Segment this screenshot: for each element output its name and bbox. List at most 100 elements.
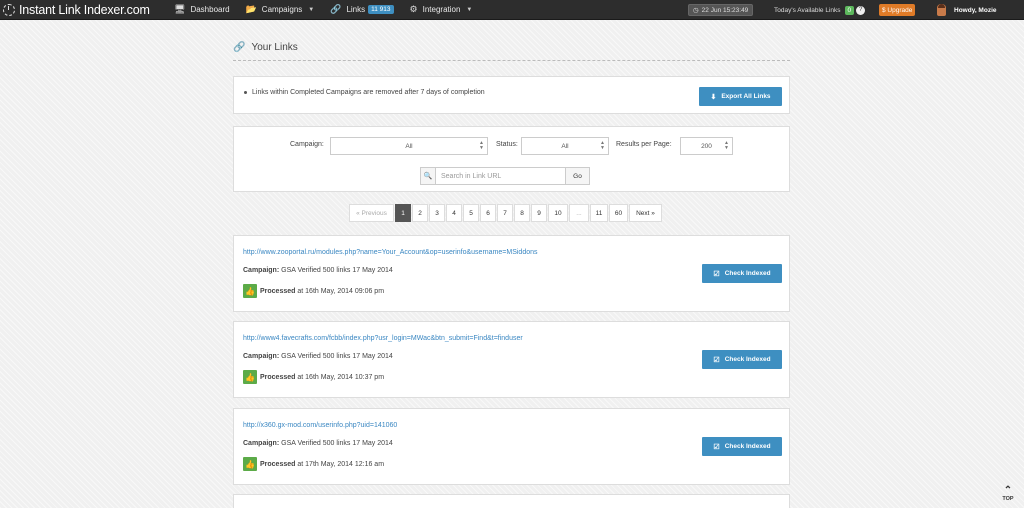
page-8[interactable]: 8 [514,204,530,222]
notice-panel: Links within Completed Campaigns are rem… [233,76,790,114]
rpp-value: 200 [701,142,712,150]
page-ellipsis: ... [569,204,589,222]
search-input[interactable]: Search in Link URL [441,173,501,180]
help-icon[interactable]: ? [856,5,866,15]
check-indexed-button[interactable]: ☑ Check Indexed [702,437,782,456]
title-divider [233,60,790,61]
search-icon: 🔍 [421,168,436,184]
page-2[interactable]: 2 [412,204,428,222]
link-url[interactable]: http://www4.favecrafts.com/fcbb/index.ph… [243,335,523,342]
thumbs-up-icon: 👍 [243,284,257,298]
available-count-badge: 0 [844,5,855,15]
processed-time: at 17th May, 2014 12:16 am [297,460,385,468]
page-prev[interactable]: « Previous [349,204,394,222]
status-text: Processed [260,287,296,295]
select-arrows-icon: ▲ ▼ [600,140,605,151]
check-indexed-button[interactable]: ☑ Check Indexed [702,350,782,369]
link-search: 🔍 Search in Link URL [420,167,566,185]
processed-time: at 16th May, 2014 10:37 pm [297,373,385,381]
link-card: http://www.zooportal.ru/modules.php?name… [233,235,790,312]
rpp-label: Results per Page: [616,141,672,148]
page-10[interactable]: 10 [548,204,568,222]
campaign-filter-label: Campaign: [290,141,324,148]
status-select-value: All [561,142,569,150]
page-11[interactable]: 11 [590,204,608,222]
links-count-badge: 11 913 [368,5,394,14]
campaign-value: GSA Verified 500 links 17 May 2014 [281,353,393,360]
nav-integration-label: Integration [422,5,461,14]
link-url[interactable]: http://www.zooportal.ru/modules.php?name… [243,249,538,256]
link-campaign: Campaign: GSA Verified 500 links 17 May … [243,440,393,447]
pagination: « Previous 1 2 3 4 5 6 7 8 9 10 ... 11 6… [349,204,663,222]
link-campaign: Campaign: GSA Verified 500 links 17 May … [243,267,393,274]
page-5[interactable]: 5 [463,204,479,222]
download-icon: ⬇ [710,93,717,101]
avatar [937,4,946,16]
nav-dashboard[interactable]: 🖥 Dashboard [166,0,238,20]
page-next[interactable]: Next » [629,204,662,222]
page-1[interactable]: 1 [395,204,411,222]
brand[interactable]: Instant Link Indexer.com [3,3,166,17]
link-icon: 🔗 [233,42,246,53]
gears-icon: ⚙ [409,4,418,14]
link-card: http://x360.gx-mod.com/userinfo.php?uid=… [233,408,790,485]
campaign-select[interactable]: All ▲ ▼ [330,137,488,155]
nav-links-label: Links [346,5,366,14]
user-greeting: Howdy, Mozie [954,6,997,14]
campaign-key: Campaign: [243,267,280,274]
clock-icon: ◷ [693,7,699,14]
link-campaign: Campaign: GSA Verified 500 links 17 May … [243,353,393,360]
go-button[interactable]: Go [565,167,590,185]
brand-name: Instant Link Indexer.com [19,2,150,17]
status-select[interactable]: All ▲ ▼ [521,137,609,155]
select-arrows-icon: ▲ ▼ [479,140,484,151]
user-menu[interactable]: Howdy, Mozie [937,0,997,20]
caret-down-icon: ▼ [466,6,473,13]
link-status: 👍 Processed at 16th May, 2014 09:06 pm [243,284,384,298]
export-label: Export All Links [721,93,771,100]
folder-icon: 📂 [245,4,257,14]
nav-campaigns[interactable]: 📂 Campaigns ▼ [238,0,323,20]
available-label: Today's Available Links [774,6,841,14]
select-arrows-icon: ▲ ▼ [724,140,729,151]
link-card: http://www4.favecrafts.com/fcbb/index.ph… [233,321,790,398]
back-to-top-button[interactable]: ⌃ TOP [997,486,1019,508]
link-url[interactable]: http://x360.gx-mod.com/userinfo.php?uid=… [243,422,397,429]
page-title-text: Your Links [251,42,298,53]
thumbs-up-icon: 👍 [243,370,257,384]
caret-down-icon: ▼ [308,6,315,13]
results-per-page-select[interactable]: 200 ▲ ▼ [680,137,733,155]
campaign-select-value: All [405,142,413,150]
link-icon: 🔗 [330,4,342,14]
check-indexed-label: Check Indexed [724,443,771,450]
upgrade-button[interactable]: $ Upgrade [879,4,916,16]
thumbs-up-icon: 👍 [243,457,257,471]
notice-text: Links within Completed Campaigns are rem… [252,89,485,96]
page-3[interactable]: 3 [429,204,445,222]
server-clock: ◷ 22 Jun 15:23:49 [688,4,754,16]
check-square-icon: ☑ [713,270,720,278]
campaign-key: Campaign: [243,353,280,360]
link-status: 👍 Processed at 17th May, 2014 12:16 am [243,457,384,471]
page-7[interactable]: 7 [497,204,513,222]
check-indexed-label: Check Indexed [724,356,771,363]
chevron-up-icon: ⌃ [1003,485,1013,496]
filter-panel: Campaign: All ▲ ▼ Status: All ▲ ▼ Results … [233,126,790,192]
nav-dashboard-label: Dashboard [190,5,230,14]
nav-integration[interactable]: ⚙ Integration ▼ [402,0,481,20]
bullet-icon [244,91,247,94]
check-indexed-button[interactable]: ☑ Check Indexed [702,264,782,283]
page-6[interactable]: 6 [480,204,496,222]
monitor-icon: 🖥 [174,4,186,14]
page-4[interactable]: 4 [446,204,462,222]
page-9[interactable]: 9 [531,204,547,222]
export-all-links-button[interactable]: ⬇ Export All Links [699,87,782,106]
check-square-icon: ☑ [713,356,720,364]
campaign-key: Campaign: [243,440,280,447]
clock-logo-icon [3,3,15,16]
check-indexed-label: Check Indexed [724,270,771,277]
status-text: Processed [260,460,296,468]
nav-links[interactable]: 🔗 Links 11 913 [322,0,401,20]
status-text: Processed [260,373,296,381]
page-60[interactable]: 60 [609,204,628,222]
